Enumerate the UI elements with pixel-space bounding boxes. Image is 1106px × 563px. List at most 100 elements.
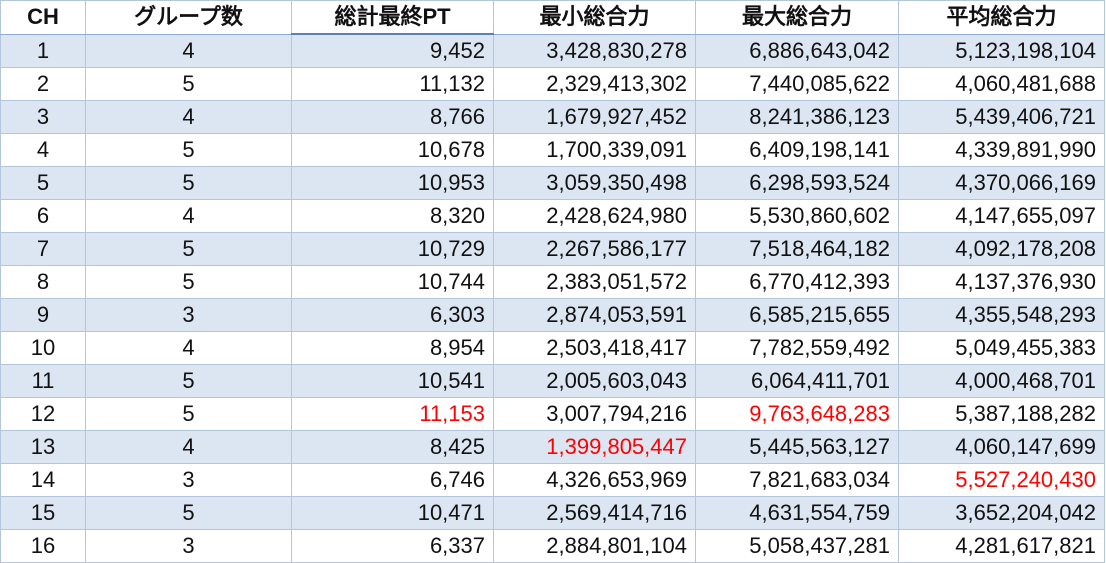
cell-min-power[interactable]: 3,007,794,216 (493, 397, 696, 431)
cell-min-power[interactable]: 1,679,927,452 (493, 100, 696, 134)
cell-ch[interactable]: 16 (0, 529, 86, 563)
cell-avg-power[interactable]: 5,527,240,430 (898, 463, 1105, 497)
cell-total-final-pt[interactable]: 10,471 (291, 496, 494, 530)
cell-avg-power[interactable]: 4,000,468,701 (898, 364, 1105, 398)
header-total-final-pt[interactable]: 総計最終PT (291, 0, 494, 35)
cell-min-power[interactable]: 1,399,805,447 (493, 430, 696, 464)
cell-group-count[interactable]: 5 (85, 166, 292, 200)
cell-total-final-pt[interactable]: 8,766 (291, 100, 494, 134)
header-max-power[interactable]: 最大総合力 (695, 0, 899, 35)
cell-min-power[interactable]: 4,326,653,969 (493, 463, 696, 497)
cell-group-count[interactable]: 5 (85, 496, 292, 530)
cell-total-final-pt[interactable]: 6,303 (291, 298, 494, 332)
header-min-power[interactable]: 最小総合力 (493, 0, 696, 35)
cell-ch[interactable]: 3 (0, 100, 86, 134)
cell-ch[interactable]: 10 (0, 331, 86, 365)
cell-group-count[interactable]: 4 (85, 430, 292, 464)
cell-group-count[interactable]: 5 (85, 397, 292, 431)
header-ch[interactable]: CH (0, 0, 86, 35)
cell-ch[interactable]: 13 (0, 430, 86, 464)
cell-ch[interactable]: 7 (0, 232, 86, 266)
cell-avg-power[interactable]: 5,049,455,383 (898, 331, 1105, 365)
cell-ch[interactable]: 5 (0, 166, 86, 200)
cell-min-power[interactable]: 2,874,053,591 (493, 298, 696, 332)
cell-total-final-pt[interactable]: 11,153 (291, 397, 494, 431)
cell-min-power[interactable]: 2,884,801,104 (493, 529, 696, 563)
cell-group-count[interactable]: 5 (85, 67, 292, 101)
cell-min-power[interactable]: 2,329,413,302 (493, 67, 696, 101)
cell-group-count[interactable]: 4 (85, 100, 292, 134)
cell-avg-power[interactable]: 4,092,178,208 (898, 232, 1105, 266)
cell-min-power[interactable]: 2,005,603,043 (493, 364, 696, 398)
cell-group-count[interactable]: 3 (85, 463, 292, 497)
cell-avg-power[interactable]: 4,147,655,097 (898, 199, 1105, 233)
cell-ch[interactable]: 9 (0, 298, 86, 332)
header-group-count[interactable]: グループ数 (85, 0, 292, 35)
cell-group-count[interactable]: 5 (85, 364, 292, 398)
cell-max-power[interactable]: 6,064,411,701 (695, 364, 899, 398)
cell-total-final-pt[interactable]: 10,729 (291, 232, 494, 266)
cell-min-power[interactable]: 3,428,830,278 (493, 33, 696, 68)
cell-ch[interactable]: 15 (0, 496, 86, 530)
cell-max-power[interactable]: 5,445,563,127 (695, 430, 899, 464)
cell-avg-power[interactable]: 4,339,891,990 (898, 133, 1105, 167)
cell-total-final-pt[interactable]: 11,132 (291, 67, 494, 101)
cell-group-count[interactable]: 3 (85, 298, 292, 332)
cell-avg-power[interactable]: 5,439,406,721 (898, 100, 1105, 134)
cell-total-final-pt[interactable]: 6,746 (291, 463, 494, 497)
cell-total-final-pt[interactable]: 6,337 (291, 529, 494, 563)
cell-group-count[interactable]: 4 (85, 199, 292, 233)
cell-max-power[interactable]: 5,530,860,602 (695, 199, 899, 233)
cell-total-final-pt[interactable]: 8,425 (291, 430, 494, 464)
cell-max-power[interactable]: 7,782,559,492 (695, 331, 899, 365)
cell-avg-power[interactable]: 5,123,198,104 (898, 33, 1105, 68)
cell-total-final-pt[interactable]: 10,953 (291, 166, 494, 200)
cell-avg-power[interactable]: 4,060,147,699 (898, 430, 1105, 464)
cell-max-power[interactable]: 5,058,437,281 (695, 529, 899, 563)
cell-min-power[interactable]: 1,700,339,091 (493, 133, 696, 167)
cell-ch[interactable]: 6 (0, 199, 86, 233)
cell-total-final-pt[interactable]: 9,452 (291, 33, 494, 68)
cell-min-power[interactable]: 2,267,586,177 (493, 232, 696, 266)
cell-max-power[interactable]: 6,585,215,655 (695, 298, 899, 332)
cell-group-count[interactable]: 5 (85, 133, 292, 167)
cell-ch[interactable]: 12 (0, 397, 86, 431)
cell-total-final-pt[interactable]: 10,744 (291, 265, 494, 299)
cell-group-count[interactable]: 3 (85, 529, 292, 563)
cell-min-power[interactable]: 2,428,624,980 (493, 199, 696, 233)
cell-max-power[interactable]: 7,821,683,034 (695, 463, 899, 497)
cell-total-final-pt[interactable]: 10,678 (291, 133, 494, 167)
cell-avg-power[interactable]: 4,370,066,169 (898, 166, 1105, 200)
cell-group-count[interactable]: 4 (85, 331, 292, 365)
cell-max-power[interactable]: 7,440,085,622 (695, 67, 899, 101)
cell-min-power[interactable]: 2,383,051,572 (493, 265, 696, 299)
cell-ch[interactable]: 11 (0, 364, 86, 398)
cell-group-count[interactable]: 5 (85, 265, 292, 299)
cell-ch[interactable]: 8 (0, 265, 86, 299)
cell-min-power[interactable]: 3,059,350,498 (493, 166, 696, 200)
cell-max-power[interactable]: 6,298,593,524 (695, 166, 899, 200)
cell-max-power[interactable]: 9,763,648,283 (695, 397, 899, 431)
cell-max-power[interactable]: 4,631,554,759 (695, 496, 899, 530)
cell-group-count[interactable]: 5 (85, 232, 292, 266)
cell-ch[interactable]: 1 (0, 33, 86, 68)
cell-ch[interactable]: 14 (0, 463, 86, 497)
header-avg-power[interactable]: 平均総合力 (898, 0, 1105, 35)
cell-group-count[interactable]: 4 (85, 33, 292, 68)
cell-total-final-pt[interactable]: 10,541 (291, 364, 494, 398)
cell-ch[interactable]: 2 (0, 67, 86, 101)
cell-avg-power[interactable]: 4,355,548,293 (898, 298, 1105, 332)
cell-avg-power[interactable]: 3,652,204,042 (898, 496, 1105, 530)
cell-avg-power[interactable]: 4,281,617,821 (898, 529, 1105, 563)
cell-avg-power[interactable]: 4,137,376,930 (898, 265, 1105, 299)
cell-ch[interactable]: 4 (0, 133, 86, 167)
cell-min-power[interactable]: 2,569,414,716 (493, 496, 696, 530)
cell-avg-power[interactable]: 4,060,481,688 (898, 67, 1105, 101)
cell-max-power[interactable]: 6,770,412,393 (695, 265, 899, 299)
cell-max-power[interactable]: 7,518,464,182 (695, 232, 899, 266)
cell-max-power[interactable]: 6,886,643,042 (695, 33, 899, 68)
cell-total-final-pt[interactable]: 8,954 (291, 331, 494, 365)
cell-max-power[interactable]: 8,241,386,123 (695, 100, 899, 134)
cell-avg-power[interactable]: 5,387,188,282 (898, 397, 1105, 431)
cell-max-power[interactable]: 6,409,198,141 (695, 133, 899, 167)
